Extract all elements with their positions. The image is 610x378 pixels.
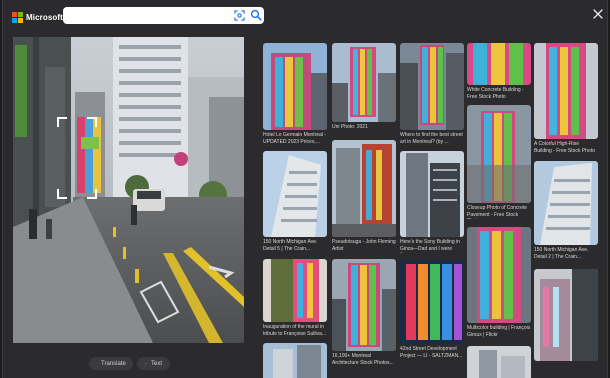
search-box[interactable] [63, 7, 264, 24]
result-caption: 150 North Michigan Ave. Detail 5 | The C… [263, 239, 318, 252]
translate-button[interactable]: Translate [89, 357, 133, 370]
result-thumbnail[interactable] [534, 161, 598, 245]
result-thumbnail[interactable] [263, 343, 327, 378]
text-label: Text [150, 360, 162, 367]
search-icon[interactable] [250, 9, 262, 21]
result-item[interactable]: Hotel Le Germain Montreal - UPDATED 2023… [263, 43, 327, 145]
translate-label: Translate [101, 360, 126, 367]
result-caption: Here's the Sony Building in Ginza—Dad an… [400, 239, 460, 253]
result-item[interactable]: Pseudotsuga - John Fleming Artist [332, 140, 396, 252]
result-item[interactable]: Closeup Photo of Concrete Pavement - Fre… [467, 105, 531, 219]
result-caption: White Concrete Building - Free Stock Pho… [467, 87, 524, 100]
result-thumbnail[interactable] [400, 151, 464, 237]
result-thumbnail[interactable] [332, 259, 396, 351]
result-item[interactable] [263, 343, 327, 378]
result-thumbnail[interactable] [467, 346, 531, 378]
text-button[interactable]: Text [137, 357, 170, 370]
result-item[interactable]: Where to find the best street art in Mon… [400, 43, 464, 145]
microsoft-logo-icon [12, 11, 23, 23]
result-caption: A Colorful High-Rise Building - Free Sto… [534, 141, 595, 154]
result-caption: 42nd Street Development Project — LI - S… [400, 346, 463, 359]
crop-handle-top-left[interactable] [57, 117, 67, 127]
result-caption: Closeup Photo of Concrete Pavement - Fre… [467, 205, 528, 219]
result-item[interactable] [534, 269, 598, 363]
result-item[interactable]: Here's the Sony Building in Ginza—Dad an… [400, 151, 464, 253]
results-grid: Hotel Le Germain Montreal - UPDATED 2023… [259, 37, 599, 378]
crop-handle-top-right[interactable] [87, 117, 97, 127]
image-crop-selector[interactable] [57, 117, 97, 199]
visual-search-window: Microsoft Bing Translate Text Hotel Le G… [2, 0, 608, 378]
result-item[interactable]: Inauguration of the mural in tribute to … [263, 259, 327, 337]
result-caption: Where to find the best street art in Mon… [400, 132, 463, 145]
result-thumbnail[interactable] [467, 227, 531, 323]
result-item[interactable]: 42nd Street Development Project — LI - S… [400, 260, 464, 359]
result-thumbnail[interactable] [467, 43, 531, 85]
result-thumbnail[interactable] [263, 151, 327, 237]
source-image-panel [13, 37, 244, 343]
result-thumbnail[interactable] [263, 43, 327, 130]
result-thumbnail[interactable] [400, 43, 464, 130]
crop-handle-bottom-left[interactable] [57, 189, 67, 199]
result-caption: 150 North Michigan Ave. Detail 2 | The C… [534, 247, 589, 260]
result-item[interactable]: A Colorful High-Rise Building - Free Sto… [534, 43, 598, 154]
visual-search-icon[interactable] [234, 10, 245, 21]
result-thumbnail[interactable] [467, 105, 531, 203]
result-thumbnail[interactable] [263, 259, 327, 322]
result-caption: Pseudotsuga - John Fleming Artist [332, 239, 396, 252]
text-icon [145, 362, 147, 365]
top-bar: Microsoft Bing [3, 0, 607, 32]
result-thumbnail[interactable] [534, 269, 598, 361]
result-caption: Multicolor building | François Giroux | … [467, 325, 531, 338]
result-thumbnail[interactable] [332, 43, 396, 122]
result-item[interactable]: 150 North Michigan Ave. Detail 2 | The C… [534, 161, 598, 260]
result-item[interactable]: Multicolor building | François Giroux | … [467, 227, 531, 338]
result-caption: Inauguration of the mural in tribute to … [263, 324, 327, 337]
result-item[interactable]: White Concrete Building - Free Stock Pho… [467, 43, 531, 100]
result-item[interactable]: 150 North Michigan Ave. Detail 5 | The C… [263, 151, 327, 252]
source-photo [13, 37, 244, 343]
search-input[interactable] [69, 9, 223, 24]
result-caption: Uni Photo: 2021 [332, 124, 368, 130]
result-thumbnail[interactable] [332, 140, 396, 237]
result-thumbnail[interactable] [400, 260, 464, 344]
close-icon[interactable] [592, 8, 604, 20]
result-item[interactable]: 16,100+ Montreal Architecture Stock Phot… [332, 259, 396, 366]
crop-handle-bottom-right[interactable] [87, 189, 97, 199]
result-caption: Hotel Le Germain Montreal - UPDATED 2023… [263, 132, 327, 145]
result-item[interactable]: Uni Photo: 2021 [332, 43, 396, 131]
result-item[interactable] [467, 346, 531, 378]
result-thumbnail[interactable] [534, 43, 598, 139]
result-caption: 16,100+ Montreal Architecture Stock Phot… [332, 353, 394, 366]
